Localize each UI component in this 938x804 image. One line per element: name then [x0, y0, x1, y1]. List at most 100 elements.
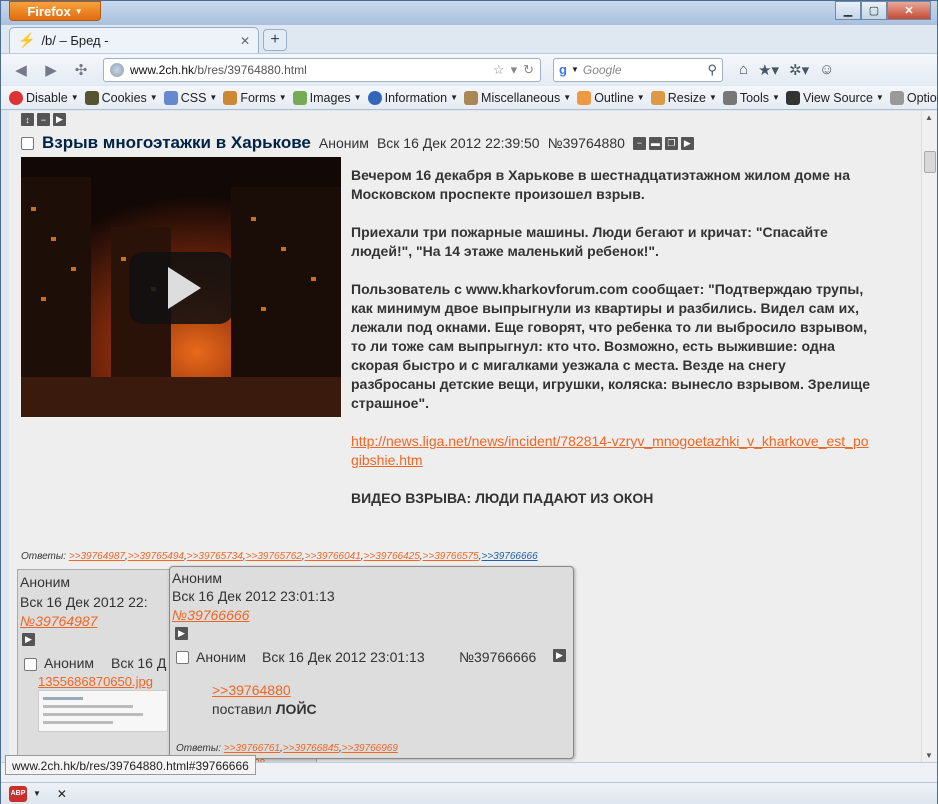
post-select-checkbox[interactable]	[176, 651, 189, 664]
hide-post-icon[interactable]: −	[632, 136, 646, 150]
comment-text: поставил	[212, 701, 272, 717]
post-select-checkbox[interactable]	[24, 658, 37, 671]
devbar-resize[interactable]: Resize ▼	[650, 90, 717, 105]
addon-bar: ABP ▼ ✕	[1, 782, 937, 804]
reply-link[interactable]: >>39765494	[128, 551, 184, 562]
tools-icon	[722, 90, 737, 105]
collapse-post-icon[interactable]: ▬	[648, 136, 662, 150]
replies-label: Ответы:	[21, 551, 67, 562]
preview-number[interactable]: №39764987	[20, 613, 97, 629]
scroll-up-icon[interactable]: ▲	[925, 113, 933, 122]
title-bar: Firefox ▼ ▁ ▢ ✕	[1, 1, 937, 25]
firefox-menu-label: Firefox	[27, 3, 71, 19]
reply-link[interactable]: >>39765762	[246, 551, 302, 562]
globe-icon	[110, 62, 124, 77]
collapse-icon[interactable]: −	[37, 113, 50, 126]
chevron-down-icon: ▼	[708, 93, 717, 102]
attachment-filename[interactable]: 1355686870650.jpg	[38, 674, 153, 689]
post-footer-text: ВИДЕО ВЗРЫВА: ЛЮДИ ПАДАЮТ ИЗ ОКОН	[351, 490, 654, 506]
forward-button[interactable]: ▶	[39, 58, 63, 82]
maximize-button[interactable]: ▢	[861, 1, 887, 20]
post-number[interactable]: №39764880	[548, 135, 625, 151]
bookmarks-menu-icon[interactable]: ★▾	[758, 61, 779, 79]
devbar-label: View Source	[802, 90, 873, 105]
preview-date: Вск 16 Дек 2012 22:	[20, 594, 148, 610]
dropdown-icon[interactable]: ▾	[511, 62, 518, 78]
play-icon[interactable]: ▶	[53, 113, 66, 126]
chevron-down-icon[interactable]: ▼	[33, 789, 41, 798]
devbar-label: Options	[906, 90, 938, 105]
nav-right-tools: ⌂ ★▾ ✲▾ ☺	[739, 61, 834, 79]
devbar-outline[interactable]: Outline ▼	[577, 90, 645, 105]
expand-icon[interactable]: ↕	[21, 113, 34, 126]
preview-number[interactable]: №39766666	[172, 607, 249, 623]
devbar-forms[interactable]: Forms ▼	[223, 90, 287, 105]
tab-current[interactable]: ⚡ /b/ – Бред - ✕	[9, 27, 259, 53]
bookmark-star-icon[interactable]: ☆	[493, 62, 505, 78]
reply-link[interactable]: >>39766041	[305, 551, 361, 562]
miscellaneous-icon	[464, 90, 479, 105]
video-embed[interactable]	[21, 157, 341, 417]
information-icon	[367, 90, 382, 105]
home-icon[interactable]: ⌂	[739, 61, 748, 79]
reply-link[interactable]: >>39764987	[69, 551, 125, 562]
chevron-down-icon: ▼	[70, 93, 79, 102]
minimize-button[interactable]: ▁	[835, 1, 861, 20]
reply-link[interactable]: >>39766845	[283, 743, 339, 754]
devbar-miscellaneous[interactable]: Miscellaneous ▼	[464, 90, 571, 105]
back-button[interactable]: ◀	[9, 58, 33, 82]
post-header: Взрыв многоэтажки в Харькове Аноним Вск …	[21, 133, 694, 153]
images-icon	[292, 90, 307, 105]
devbar-disable[interactable]: Disable ▼	[9, 90, 79, 105]
scroll-down-icon[interactable]: ▼	[925, 751, 933, 760]
reply-link[interactable]: >>39766761	[224, 743, 280, 754]
disable-icon	[9, 90, 23, 105]
devbar-view-source[interactable]: View Source ▼	[785, 90, 884, 105]
devbar-images[interactable]: Images ▼	[292, 90, 362, 105]
close-window-button[interactable]: ✕	[887, 1, 931, 20]
devbar-tools[interactable]: Tools ▼	[722, 90, 780, 105]
reply-link[interactable]: >>39766425	[364, 551, 420, 562]
site-favicon-icon: ⚡	[18, 32, 36, 48]
close-addon-bar-icon[interactable]: ✕	[57, 787, 67, 801]
reply-link[interactable]: >>39766666	[481, 551, 537, 562]
reload-icon[interactable]: ↻	[523, 62, 534, 78]
post-select-checkbox[interactable]	[21, 136, 34, 150]
devbar-css[interactable]: CSS ▼	[163, 90, 217, 105]
reply-link[interactable]: >>39765734	[187, 551, 243, 562]
scroll-thumb[interactable]	[924, 151, 936, 173]
news-link[interactable]: http://news.liga.net/news/incident/78281…	[351, 433, 869, 468]
reply-link[interactable]: >>39766575	[423, 551, 479, 562]
play-icon[interactable]: ▶	[680, 136, 694, 150]
devbar-label: Resize	[667, 90, 706, 105]
quote-link[interactable]: >>39764880	[212, 682, 291, 698]
greasemonkey-icon[interactable]: ☺	[819, 61, 834, 79]
search-box[interactable]: g ▼ Google ⚲	[553, 57, 723, 82]
url-bar[interactable]: www.2ch.hk/b/res/39764880.html ☆ ▾ ↻	[103, 57, 541, 82]
extension-icon[interactable]: ✣	[69, 58, 93, 82]
copy-post-icon[interactable]: ❐	[664, 136, 678, 150]
new-tab-button[interactable]: +	[263, 29, 287, 51]
firefox-menu-button[interactable]: Firefox ▼	[9, 1, 101, 21]
devbar-label: Cookies	[101, 90, 147, 105]
chevron-down-icon: ▼	[636, 93, 645, 102]
play-icon[interactable]: ▶	[175, 627, 188, 640]
outline-icon	[577, 90, 592, 105]
devbar-options[interactable]: Options▼	[889, 90, 938, 105]
search-icon[interactable]: ⚲	[707, 62, 717, 78]
adblock-plus-icon[interactable]: ABP	[9, 785, 27, 802]
devbar-cookies[interactable]: Cookies ▼	[84, 90, 158, 105]
url-path: /b/res/39764880.html	[194, 62, 307, 77]
devbar-information[interactable]: Information ▼	[367, 90, 458, 105]
firebug-icon[interactable]: ✲▾	[789, 61, 809, 79]
replies-label: Ответы:	[176, 743, 222, 754]
preview-inner-number[interactable]: №39766666	[459, 649, 536, 665]
vertical-scrollbar[interactable]: ▲ ▼	[921, 111, 937, 762]
close-tab-icon[interactable]: ✕	[240, 34, 250, 48]
preview-inner-author: Аноним	[196, 649, 247, 665]
reply-link[interactable]: >>39766969	[342, 743, 398, 754]
play-icon[interactable]: ▶	[22, 633, 35, 646]
window-controls: ▁ ▢ ✕	[835, 1, 931, 20]
attachment-thumbnail[interactable]	[38, 690, 168, 732]
play-icon[interactable]: ▶	[553, 649, 566, 662]
